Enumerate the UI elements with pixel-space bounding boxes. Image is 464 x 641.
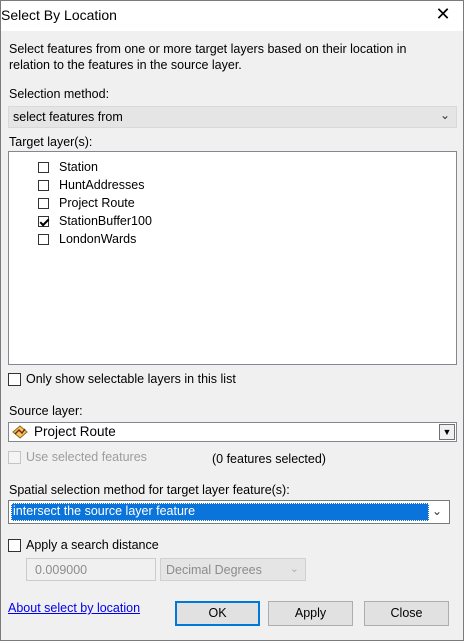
close-button[interactable]: Close [364,601,449,626]
search-distance-input[interactable]: 0.009000 [26,558,156,581]
target-layer-label: HuntAddresses [59,178,145,192]
target-layers-label: Target layer(s): [9,135,93,149]
chevron-down-icon: ⌄ [439,108,450,122]
only-selectable-label: Only show selectable layers in this list [26,372,236,386]
apply-button[interactable]: Apply [268,601,353,626]
ok-button[interactable]: OK [175,601,260,626]
spatial-method-dropdown[interactable]: intersect the source layer feature ⌄ [8,500,450,524]
target-layer-label: Station [59,160,98,174]
selection-method-value: select features from [13,110,123,124]
only-selectable-checkbox[interactable] [8,373,21,386]
search-distance-label: Apply a search distance [26,538,159,552]
source-layer-dropdown[interactable]: Project Route ▼ [8,422,457,442]
description-text: Select features from one or more target … [9,42,407,72]
window-title: Select By Location [1,7,117,23]
checkbox-checked[interactable] [38,216,49,227]
distance-unit-value: Decimal Degrees [166,563,262,577]
selection-method-label: Selection method: [9,87,110,101]
use-selected-label: Use selected features [26,450,147,464]
target-layer-label: StationBuffer100 [59,214,152,228]
about-select-by-location-link[interactable]: About select by location [8,601,140,615]
search-distance-value: 0.009000 [35,563,88,577]
close-icon[interactable]: ✕ [433,4,453,24]
dropdown-arrow-icon[interactable]: ▼ [439,424,455,440]
use-selected-checkbox[interactable] [8,451,21,464]
checkbox[interactable] [38,234,49,245]
polyline-layer-icon [12,425,28,444]
checkbox[interactable] [38,198,49,209]
target-layer-label: Project Route [59,196,135,210]
chevron-down-icon: ⌄ [289,563,299,575]
spatial-method-label: Spatial selection method for target laye… [9,483,290,497]
checkbox[interactable] [38,162,49,173]
selection-method-dropdown[interactable]: select features from ⌄ [8,106,457,128]
select-by-location-dialog: Select By Location ✕ Select features fro… [0,0,464,641]
chevron-down-icon: ⌄ [431,504,442,518]
title-bar[interactable]: Select By Location ✕ [1,1,463,31]
source-layer-value: Project Route [34,424,116,439]
spatial-method-value: intersect the source layer feature [13,504,196,518]
source-layer-label: Source layer: [9,404,83,418]
selected-count-text: (0 features selected) [212,452,326,466]
target-layers-list[interactable]: Station HuntAddresses Project Route Stat… [8,151,457,365]
checkbox[interactable] [38,180,49,191]
search-distance-checkbox[interactable] [8,539,21,552]
target-layer-label: LondonWards [59,232,137,246]
distance-unit-dropdown[interactable]: Decimal Degrees ⌄ [160,558,306,581]
